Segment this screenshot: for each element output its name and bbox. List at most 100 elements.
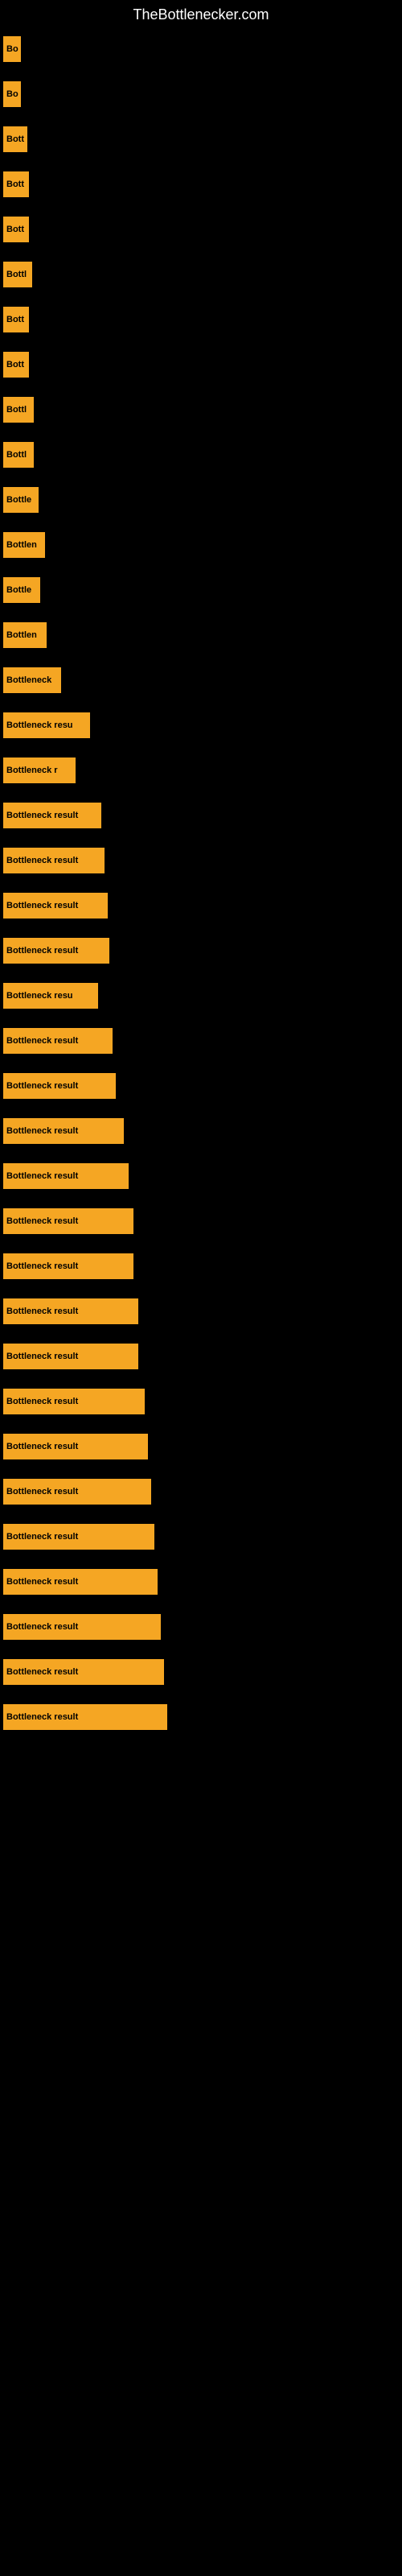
bar-row: Bottleneck — [0, 658, 402, 703]
bar-row: Bottleneck result — [0, 838, 402, 883]
bar-label-26: Bottleneck result — [6, 1171, 78, 1181]
bar-row: Bottlen — [0, 613, 402, 658]
bar-19: Bottleneck result — [3, 848, 105, 873]
bar-8: Bott — [3, 352, 29, 378]
bar-row: Bottleneck r — [0, 748, 402, 793]
bar-12: Bottlen — [3, 532, 45, 558]
bar-row: Bott — [0, 162, 402, 207]
bar-label-34: Bottleneck result — [6, 1532, 78, 1542]
bar-6: Bottl — [3, 262, 32, 287]
bar-row: Bo — [0, 72, 402, 117]
bar-label-4: Bott — [6, 180, 24, 189]
bar-30: Bottleneck result — [3, 1344, 138, 1369]
bar-label-29: Bottleneck result — [6, 1307, 78, 1316]
site-title: TheBottlenecker.com — [0, 0, 402, 27]
bar-11: Bottle — [3, 487, 39, 513]
bar-row: Bottle — [0, 568, 402, 613]
bar-label-6: Bottl — [6, 270, 27, 279]
bar-label-9: Bottl — [6, 405, 27, 415]
bar-row: Bottleneck result — [0, 1244, 402, 1289]
bar-label-13: Bottle — [6, 585, 31, 595]
bar-22: Bottleneck resu — [3, 983, 98, 1009]
bar-row: Bottleneck result — [0, 928, 402, 973]
bar-5: Bott — [3, 217, 29, 242]
bar-label-22: Bottleneck resu — [6, 991, 73, 1001]
bar-row: Bottleneck result — [0, 1604, 402, 1649]
bar-label-7: Bott — [6, 315, 24, 324]
bar-label-20: Bottleneck result — [6, 901, 78, 910]
bar-21: Bottleneck result — [3, 938, 109, 964]
bar-label-14: Bottlen — [6, 630, 37, 640]
bar-label-33: Bottleneck result — [6, 1487, 78, 1496]
bar-label-10: Bottl — [6, 450, 27, 460]
bars-container: Bo Bo Bott Bott Bott Bottl Bott Bott Bottl Bottl B… — [0, 27, 402, 1740]
bar-row: Bott — [0, 297, 402, 342]
bar-row: Bottleneck result — [0, 1063, 402, 1108]
bar-31: Bottleneck result — [3, 1389, 145, 1414]
bar-24: Bottleneck result — [3, 1073, 116, 1099]
bar-36: Bottleneck result — [3, 1614, 161, 1640]
bar-25: Bottleneck result — [3, 1118, 124, 1144]
bar-row: Bottleneck result — [0, 1379, 402, 1424]
bar-label-15: Bottleneck — [6, 675, 51, 685]
bar-15: Bottleneck — [3, 667, 61, 693]
bar-row: Bo — [0, 27, 402, 72]
bar-row: Bottleneck result — [0, 1695, 402, 1740]
bar-14: Bottlen — [3, 622, 47, 648]
bar-label-35: Bottleneck result — [6, 1577, 78, 1587]
bar-row: Bottl — [0, 252, 402, 297]
bar-label-38: Bottleneck result — [6, 1712, 78, 1722]
bar-label-11: Bottle — [6, 495, 31, 505]
bar-row: Bott — [0, 207, 402, 252]
bar-row: Bottleneck result — [0, 793, 402, 838]
bar-2: Bo — [3, 81, 21, 107]
bar-row: Bottlen — [0, 522, 402, 568]
bar-label-25: Bottleneck result — [6, 1126, 78, 1136]
bar-13: Bottle — [3, 577, 40, 603]
bar-33: Bottleneck result — [3, 1479, 151, 1505]
bar-row: Bottleneck result — [0, 1514, 402, 1559]
bar-label-32: Bottleneck result — [6, 1442, 78, 1451]
bar-row: Bott — [0, 117, 402, 162]
bar-label-5: Bott — [6, 225, 24, 234]
bar-row: Bottleneck result — [0, 1559, 402, 1604]
bar-7: Bott — [3, 307, 29, 332]
bar-row: Bottleneck result — [0, 1289, 402, 1334]
bar-label-1: Bo — [6, 44, 18, 54]
bar-1: Bo — [3, 36, 21, 62]
bar-label-18: Bottleneck result — [6, 811, 78, 820]
bar-label-21: Bottleneck result — [6, 946, 78, 956]
bar-label-28: Bottleneck result — [6, 1261, 78, 1271]
bar-23: Bottleneck result — [3, 1028, 113, 1054]
bar-35: Bottleneck result — [3, 1569, 158, 1595]
bar-row: Bottleneck result — [0, 883, 402, 928]
bar-row: Bottleneck resu — [0, 703, 402, 748]
bar-row: Bottleneck result — [0, 1154, 402, 1199]
bar-row: Bottl — [0, 387, 402, 432]
bar-label-24: Bottleneck result — [6, 1081, 78, 1091]
bar-row: Bottl — [0, 432, 402, 477]
bar-32: Bottleneck result — [3, 1434, 148, 1459]
bar-row: Bottleneck result — [0, 1108, 402, 1154]
bar-3: Bott — [3, 126, 27, 152]
bar-27: Bottleneck result — [3, 1208, 133, 1234]
bar-10: Bottl — [3, 442, 34, 468]
bar-17: Bottleneck r — [3, 758, 76, 783]
bar-26: Bottleneck result — [3, 1163, 129, 1189]
bar-4: Bott — [3, 171, 29, 197]
bar-20: Bottleneck result — [3, 893, 108, 919]
bar-row: Bottleneck result — [0, 1469, 402, 1514]
bar-28: Bottleneck result — [3, 1253, 133, 1279]
bar-16: Bottleneck resu — [3, 712, 90, 738]
bar-label-3: Bott — [6, 134, 24, 144]
bar-label-37: Bottleneck result — [6, 1667, 78, 1677]
bar-34: Bottleneck result — [3, 1524, 154, 1550]
bar-38: Bottleneck result — [3, 1704, 167, 1730]
bar-18: Bottleneck result — [3, 803, 101, 828]
bar-label-19: Bottleneck result — [6, 856, 78, 865]
bar-label-8: Bott — [6, 360, 24, 369]
bar-row: Bottleneck result — [0, 1424, 402, 1469]
bar-row: Bottleneck result — [0, 1334, 402, 1379]
bar-label-23: Bottleneck result — [6, 1036, 78, 1046]
bar-label-16: Bottleneck resu — [6, 720, 73, 730]
